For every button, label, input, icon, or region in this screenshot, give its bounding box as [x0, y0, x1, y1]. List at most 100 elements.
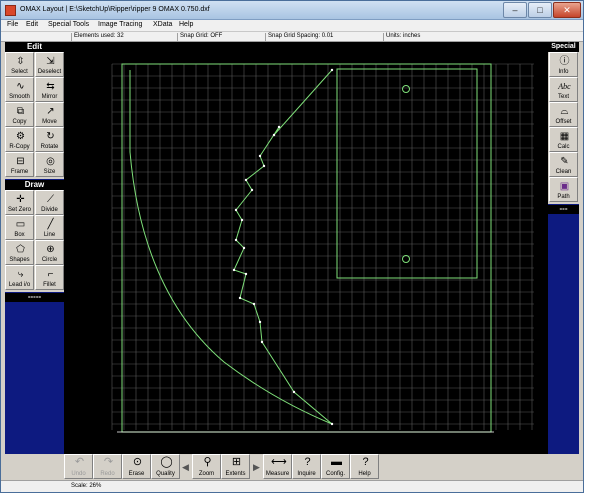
inquire-icon: ? [304, 456, 311, 468]
menu-xdata[interactable]: XData [153, 21, 172, 28]
menu-edit[interactable]: Edit [26, 21, 38, 28]
lead-io-icon: ⤷ [17, 269, 24, 280]
frame-tool[interactable]: ⊟ Frame [5, 152, 34, 177]
special-tools: ⓘ Info Abc Text ⌓ Offset ▦ Calc ✎ Clean ▣ Path [548, 52, 579, 204]
divide-label: Divide [41, 207, 58, 213]
smooth-tool[interactable]: ∿ Smooth [5, 77, 34, 102]
undo-label: Undo [71, 471, 86, 477]
drawing-canvas[interactable] [64, 42, 548, 454]
serrated-edge [233, 69, 333, 425]
special-panel-header: Special [548, 42, 579, 52]
copy-label: Copy [12, 119, 27, 125]
extents-button[interactable]: ⊞ Extents [221, 454, 250, 479]
offset-icon: ⌓ [560, 106, 569, 117]
fillet-label: Fillet [43, 282, 56, 288]
special-panel-more[interactable]: --- [548, 205, 579, 214]
menu-file[interactable]: File [7, 21, 18, 28]
divide-tool[interactable]: ⟋ Divide [35, 190, 64, 215]
edge-vertex-dot [250, 188, 254, 192]
size-tool[interactable]: ◎ Size [35, 152, 64, 177]
help-label: Help [358, 471, 371, 477]
edit-panel-header: Edit [5, 42, 64, 52]
calc-tool[interactable]: ▦ Calc [549, 127, 578, 152]
mirror-tool[interactable]: ⇆ Mirror [35, 77, 64, 102]
help-button[interactable]: ? Help [350, 454, 379, 479]
draw-panel-more[interactable]: ----- [5, 293, 64, 302]
extents-icon: ⊞ [231, 456, 242, 468]
menu-special-tools[interactable]: Special Tools [48, 21, 89, 28]
app-window: OMAX Layout | E:\SketchUp\Ripper\ripper … [0, 0, 584, 493]
edge-vertex-dot [232, 268, 236, 272]
set-zero-icon: ✛ [16, 194, 25, 205]
mounting-hole-top [402, 85, 410, 93]
right-tool-panel: Special ⓘ Info Abc Text ⌓ Offset ▦ Calc ✎ Cle… [548, 42, 579, 454]
mirror-icon: ⇆ [46, 81, 55, 92]
config-button[interactable]: ▬ Config. [321, 454, 350, 479]
info-tool[interactable]: ⓘ Info [549, 52, 578, 77]
box-tool[interactable]: ▭ Box [5, 215, 34, 240]
minimize-button[interactable]: – [503, 2, 527, 18]
inquire-label: Inquire [297, 471, 316, 477]
move-tool[interactable]: ↗ Move [35, 102, 64, 127]
zoom-button[interactable]: ⚲ Zoom [192, 454, 221, 479]
quality-button[interactable]: ◯ Quality [151, 454, 180, 479]
clean-tool[interactable]: ✎ Clean [549, 152, 578, 177]
set-zero-tool[interactable]: ✛ Set Zero [5, 190, 34, 215]
path-icon: ▣ [559, 181, 570, 192]
quality-label: Quality [156, 471, 175, 477]
text-tool[interactable]: Abc Text [549, 77, 578, 102]
shapes-label: Shapes [9, 257, 30, 263]
menu-help[interactable]: Help [179, 21, 193, 28]
scale-bar: Scale: 26% [1, 480, 583, 492]
bottom-toolbar: ↶ Undo ↷ Redo ⊙ Erase ◯ Quality ◀ ⚲ Zoom ⊞ Ext… [1, 454, 583, 480]
rotate-copy-label: R-Copy [9, 144, 30, 150]
circle-label: Circle [41, 257, 58, 263]
edge-vertex-dot [277, 125, 281, 129]
rotate-copy-icon: ⚙ [16, 131, 25, 142]
lead-io-tool[interactable]: ⤷ Lead i/o [5, 265, 34, 290]
omax-app-icon [5, 5, 16, 16]
line-tool[interactable]: ╱ Line [35, 215, 64, 240]
edge-vertex-dot [258, 154, 262, 158]
text-icon: Abc [558, 82, 571, 91]
clean-label: Clean [555, 169, 572, 175]
menu-image-tracing[interactable]: Image Tracing [98, 21, 142, 28]
extents-label: Extents [225, 471, 246, 477]
measure-button[interactable]: ⟷ Measure [263, 454, 292, 479]
inquire-button[interactable]: ? Inquire [292, 454, 321, 479]
move-icon: ↗ [46, 106, 55, 117]
scroll-right-icon[interactable]: ▶ [252, 458, 261, 476]
deselect-tool[interactable]: ⇲ Deselect [35, 52, 64, 77]
blade-back-arc [129, 70, 333, 425]
offset-tool[interactable]: ⌓ Offset [549, 102, 578, 127]
scroll-left-icon[interactable]: ◀ [181, 458, 190, 476]
select-tool[interactable]: ⇳ Select [5, 52, 34, 77]
erase-button[interactable]: ⊙ Erase [122, 454, 151, 479]
rotate-copy-tool[interactable]: ⚙ R-Copy [5, 127, 34, 152]
redo-icon: ↷ [103, 456, 114, 468]
path-tool[interactable]: ▣ Path [549, 177, 578, 202]
canvas-drawing [111, 63, 534, 433]
part-rectangle [336, 68, 478, 279]
help-icon: ? [362, 456, 369, 468]
info-label: Info [558, 69, 569, 75]
maximize-button[interactable]: □ [528, 2, 552, 18]
shapes-tool[interactable]: ⬠ Shapes [5, 240, 34, 265]
clean-icon: ✎ [560, 156, 569, 167]
snap-grid-spacing: Snap Grid Spacing: 0.01 [265, 33, 383, 41]
edge-vertex-dot [238, 296, 242, 300]
path-label: Path [557, 194, 570, 200]
rotate-tool[interactable]: ↻ Rotate [35, 127, 64, 152]
edge-vertex-dot [330, 68, 334, 72]
fillet-tool[interactable]: ⌐ Fillet [35, 265, 64, 290]
redo-button[interactable]: ↷ Redo [93, 454, 122, 479]
edge-vertex-dot [234, 208, 238, 212]
edge-vertex-dot [292, 390, 296, 394]
close-button[interactable]: ✕ [553, 2, 581, 18]
circle-tool[interactable]: ⊕ Circle [35, 240, 64, 265]
line-label: Line [43, 232, 56, 238]
copy-tool[interactable]: ⧉ Copy [5, 102, 34, 127]
box-label: Box [14, 232, 25, 238]
snap-grid-status: Snap Grid: OFF [177, 33, 265, 41]
undo-button[interactable]: ↶ Undo [64, 454, 93, 479]
